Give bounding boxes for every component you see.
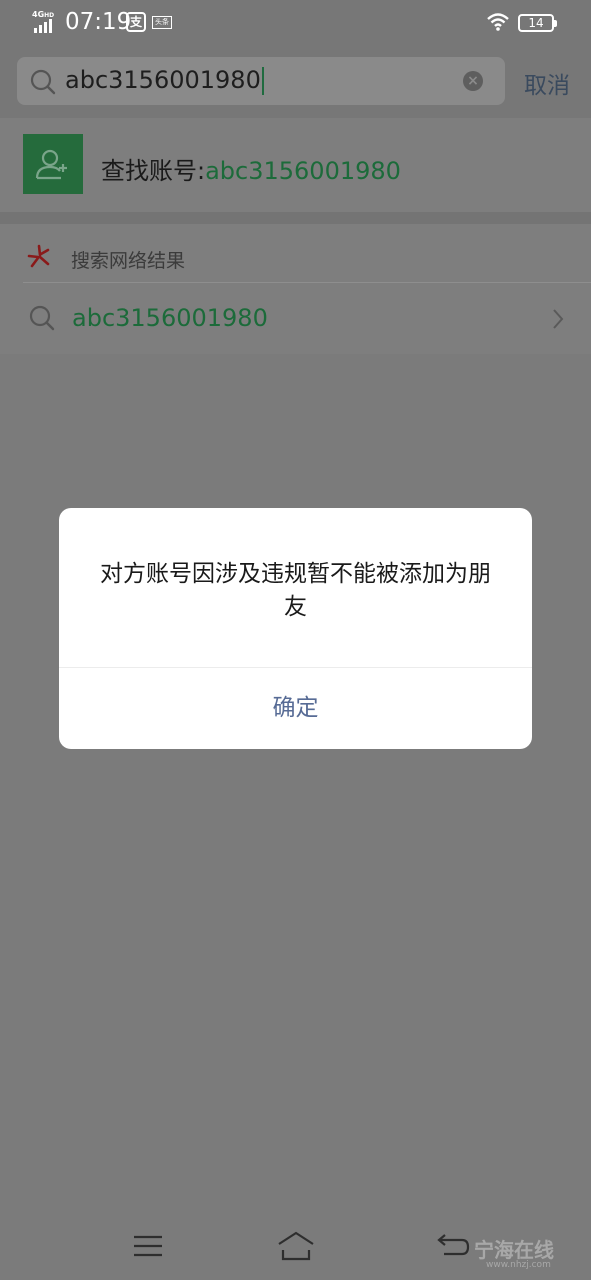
clear-icon[interactable]: × (463, 71, 483, 91)
home-icon[interactable] (276, 1230, 316, 1262)
watermark-logo: 宁海在线 (474, 1238, 554, 1262)
alipay-icon: 支 (126, 12, 146, 32)
alert-dialog: 对方账号因涉及违规暂不能被添加为朋友 确定 (59, 508, 532, 749)
search-icon (29, 305, 55, 331)
confirm-button[interactable]: 确定 (59, 668, 532, 749)
status-bar: 4GHD 07:19 支 头条 14 (0, 0, 591, 46)
network-results-header: 搜索网络结果 (0, 224, 591, 282)
find-account-row[interactable]: 查找账号:abc3156001980 (0, 118, 591, 212)
search-header: abc3156001980 × 取消 (0, 46, 591, 118)
battery-icon: 14 (518, 14, 557, 32)
search-icon (30, 69, 56, 95)
chevron-right-icon (553, 309, 564, 329)
signal-icon: 4GHD (32, 10, 60, 33)
add-contact-icon (23, 134, 83, 194)
network-type: 4GHD (32, 10, 55, 19)
status-time: 07:19 (65, 9, 132, 35)
find-account-label: 查找账号:abc3156001980 (101, 157, 401, 185)
network-results-title: 搜索网络结果 (71, 250, 186, 272)
wifi-icon (487, 13, 509, 31)
network-results-section: 搜索网络结果 abc3156001980 (0, 224, 591, 354)
network-result-text: abc3156001980 (72, 304, 268, 332)
network-result-item[interactable]: abc3156001980 (0, 283, 591, 354)
back-icon[interactable] (434, 1232, 470, 1262)
cancel-button[interactable]: 取消 (524, 66, 570, 100)
navigation-bar: 宁海在线 www.nhzj.com (0, 1210, 591, 1280)
toutiao-icon: 头条 (152, 16, 172, 29)
watermark-url: www.nhzj.com (486, 1260, 551, 1270)
search-query[interactable]: abc3156001980 (65, 66, 264, 95)
search-network-logo-icon (27, 244, 50, 268)
dialog-message: 对方账号因涉及违规暂不能被添加为朋友 (100, 561, 491, 620)
menu-icon[interactable] (134, 1234, 162, 1258)
section-divider (0, 212, 591, 224)
search-input[interactable]: abc3156001980 × (17, 57, 505, 105)
